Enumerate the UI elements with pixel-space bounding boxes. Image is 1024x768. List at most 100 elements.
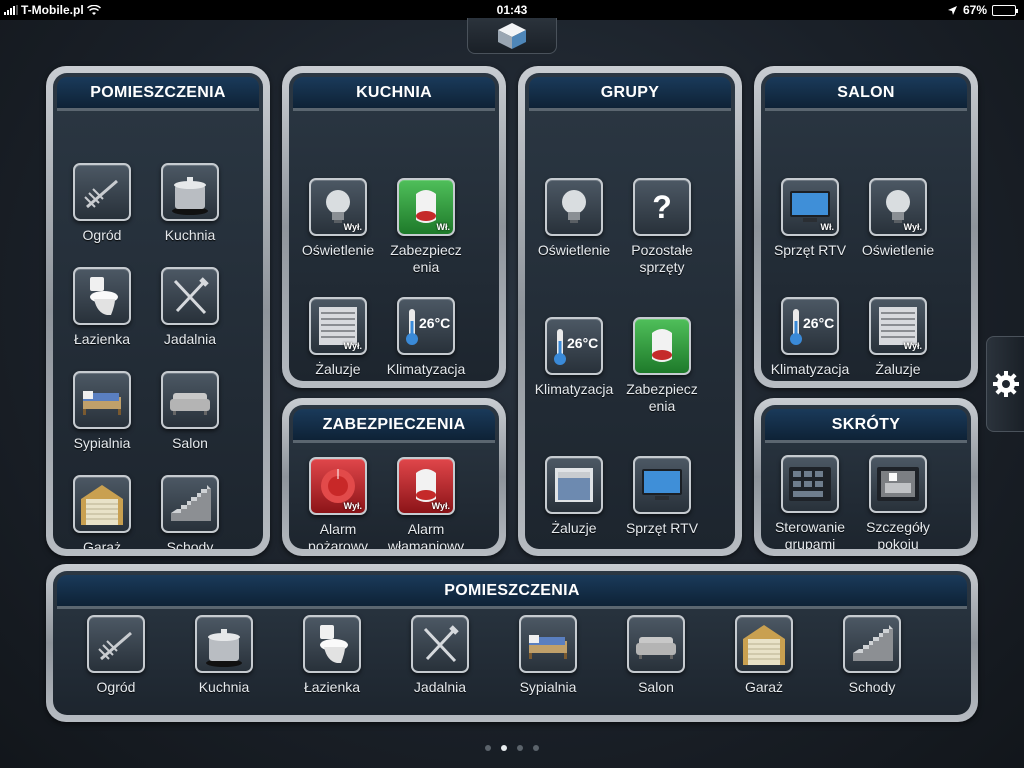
tile-pomieszczenia-bottom-1[interactable]: Kuchnia <box>179 615 269 696</box>
tile-pomieszczenia-bottom-7[interactable]: Schody <box>827 615 917 696</box>
tile-pomieszczenia-bottom-5[interactable]: Salon <box>611 615 701 696</box>
page-dot[interactable] <box>501 745 507 751</box>
stairs-icon <box>161 475 219 533</box>
tile-label: Sypialnia <box>519 679 577 695</box>
tile-skroty-0[interactable]: Sterowanie grupami <box>765 455 855 549</box>
tile-kuchnia-3[interactable]: 26°C Klimatyzacja <box>381 297 471 378</box>
tile-label: Ogród <box>96 679 136 695</box>
tile-label: Salon <box>638 679 674 695</box>
thermometer-icon: 26°C <box>545 317 603 375</box>
tile-zabezpieczenia-0[interactable]: Wył. Alarm pożarowy <box>293 457 383 549</box>
tile-label: Pozostałe sprzęty <box>631 242 693 275</box>
tile-label: Oświetlenie <box>537 242 611 258</box>
tile-pomieszczenia-side-6[interactable]: Garaż <box>57 475 147 549</box>
tv-icon <box>633 456 691 514</box>
page-dot[interactable] <box>485 745 491 751</box>
tile-pomieszczenia-bottom-4[interactable]: Sypialnia <box>503 615 593 696</box>
tile-label: Oświetlenie <box>301 242 375 258</box>
temperature-value: 26°C <box>419 315 451 331</box>
tile-grupy-3[interactable]: Zabezpiecz enia <box>617 317 707 415</box>
panel-title: POMIESZCZENIA <box>57 575 967 609</box>
status-badge: Wył. <box>343 501 362 511</box>
svg-text:?: ? <box>652 189 672 225</box>
status-badge: Wył. <box>903 341 922 351</box>
temperature-value: 26°C <box>803 315 835 331</box>
panel-salon: SALON Wł. Sprzęt RTV Wył. Oświetlenie 26°C Kl… <box>754 66 978 388</box>
tile-pomieszczenia-side-0[interactable]: Ogród <box>57 163 147 244</box>
tile-label: Schody <box>166 539 214 549</box>
window-icon <box>545 456 603 514</box>
garage-icon <box>73 475 131 533</box>
tile-label: Sypialnia <box>73 435 131 451</box>
tile-grupy-0[interactable]: Oświetlenie <box>529 178 619 259</box>
tile-label: Klimatyzacja <box>534 381 614 397</box>
page-dot[interactable] <box>517 745 523 751</box>
siren-icon: Wył. <box>397 457 455 515</box>
panel-zabezpieczenia: ZABEZPIECZENIA Wył. Alarm pożarowy Wył. Ala… <box>282 398 506 556</box>
tile-label: Schody <box>848 679 896 695</box>
tile-kuchnia-1[interactable]: Wł. Zabezpiecz enia <box>381 178 471 276</box>
tv-icon: Wł. <box>781 178 839 236</box>
tile-pomieszczenia-side-1[interactable]: Kuchnia <box>145 163 235 244</box>
tile-label: Łazienka <box>303 679 361 695</box>
thermometer-icon: 26°C <box>397 297 455 355</box>
tile-label: Salon <box>172 435 208 451</box>
tile-salon-3[interactable]: Wył. Żaluzje <box>853 297 943 378</box>
room-details-icon <box>869 455 927 513</box>
tile-pomieszczenia-side-3[interactable]: Jadalnia <box>145 267 235 348</box>
tile-zabezpieczenia-1[interactable]: Wył. Alarm włamaniowy <box>381 457 471 549</box>
lightbulb-icon <box>545 178 603 236</box>
tile-grupy-4[interactable]: Żaluzje <box>529 456 619 537</box>
page-dot[interactable] <box>533 745 539 751</box>
tile-pomieszczenia-side-7[interactable]: Schody <box>145 475 235 549</box>
panel-title: GRUPY <box>529 77 731 111</box>
tile-pomieszczenia-bottom-6[interactable]: Garaż <box>719 615 809 696</box>
thermometer-icon: 26°C <box>781 297 839 355</box>
tile-pomieszczenia-side-2[interactable]: Łazienka <box>57 267 147 348</box>
tile-label: Jadalnia <box>163 331 217 347</box>
tile-grupy-5[interactable]: Sprzęt RTV <box>617 456 707 537</box>
cube-logo-icon <box>498 22 526 49</box>
panel-title: KUCHNIA <box>293 77 495 111</box>
stairs-icon <box>843 615 901 673</box>
lightbulb-icon: Wył. <box>309 178 367 236</box>
tile-salon-2[interactable]: 26°C Klimatyzacja <box>765 297 855 378</box>
tile-pomieszczenia-bottom-0[interactable]: Ogród <box>71 615 161 696</box>
battery-icon <box>992 4 1018 16</box>
rake-icon <box>73 163 131 221</box>
tile-label: Kuchnia <box>198 679 250 695</box>
battery-percentage: 67% <box>962 3 987 17</box>
status-badge: Wył. <box>431 501 450 511</box>
tile-label: Szczegóły pokoju <box>866 519 930 549</box>
tile-kuchnia-0[interactable]: Wył. Oświetlenie <box>293 178 383 259</box>
page-indicator[interactable] <box>0 745 1024 751</box>
garage-icon <box>735 615 793 673</box>
tile-pomieszczenia-side-5[interactable]: Salon <box>145 371 235 452</box>
tile-label: Klimatyzacja <box>386 361 466 377</box>
panel-pomieszczenia-side: POMIESZCZENIA Ogród Kuchnia Łazienka Jadaln… <box>46 66 270 556</box>
tile-pomieszczenia-side-4[interactable]: Sypialnia <box>57 371 147 452</box>
tile-label: Alarm włamaniowy <box>387 521 465 549</box>
settings-button[interactable] <box>986 336 1024 432</box>
lightbulb-icon: Wył. <box>869 178 927 236</box>
tile-salon-1[interactable]: Wył. Oświetlenie <box>853 178 943 259</box>
tile-salon-0[interactable]: Wł. Sprzęt RTV <box>765 178 855 259</box>
tile-kuchnia-2[interactable]: Wył. Żaluzje <box>293 297 383 378</box>
toilet-icon <box>303 615 361 673</box>
panel-title: SKRÓTY <box>765 409 967 443</box>
home-logo-button[interactable] <box>467 18 557 54</box>
tile-skroty-1[interactable]: Szczegóły pokoju <box>853 455 943 549</box>
rake-icon <box>87 615 145 673</box>
cutlery-icon <box>161 267 219 325</box>
tile-label: Garaż <box>82 539 122 549</box>
panel-skroty: SKRÓTY Sterowanie grupami Szczegóły pokoj… <box>754 398 978 556</box>
status-bar: T-Mobile.pl 01:43 67% <box>0 0 1024 20</box>
tile-grupy-1[interactable]: ? Pozostałe sprzęty <box>617 178 707 276</box>
tile-pomieszczenia-bottom-2[interactable]: Łazienka <box>287 615 377 696</box>
panel-grupy: GRUPY Oświetlenie? Pozostałe sprzęty 26°C K… <box>518 66 742 556</box>
pot-icon <box>161 163 219 221</box>
tile-pomieszczenia-bottom-3[interactable]: Jadalnia <box>395 615 485 696</box>
tile-label: Zabezpiecz enia <box>390 242 462 275</box>
blinds-icon: Wył. <box>869 297 927 355</box>
tile-grupy-2[interactable]: 26°C Klimatyzacja <box>529 317 619 398</box>
